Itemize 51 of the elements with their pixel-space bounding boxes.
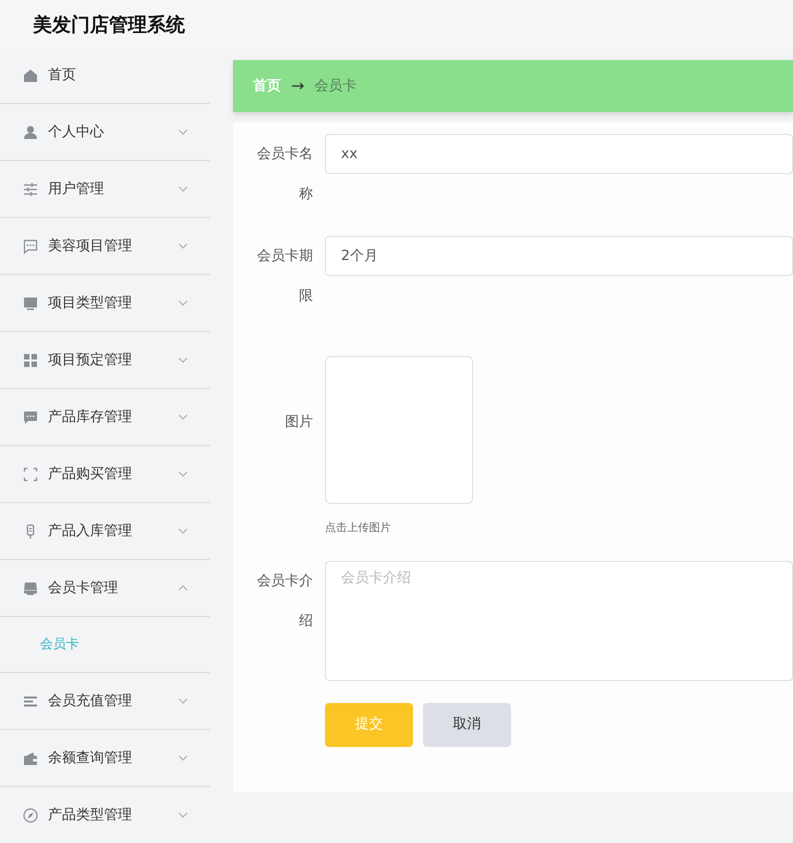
textarea-field[interactable]: 会员卡介绍: [325, 560, 793, 680]
sidebar-item[interactable]: 产品库存管理: [0, 389, 210, 446]
cancel-button[interactable]: 取消: [423, 702, 511, 746]
menu-label: 首页: [48, 66, 76, 84]
sidebar-item[interactable]: 项目预定管理: [0, 332, 210, 389]
menu-label: 余额查询管理: [48, 748, 132, 768]
menu-label: 会员充值管理: [48, 692, 132, 710]
monitor-icon: [23, 296, 38, 310]
upload-hint: 点击上传图片: [325, 520, 392, 536]
list-icon: [23, 694, 38, 708]
sidebar-item[interactable]: 个人中心: [0, 104, 210, 161]
text-field[interactable]: xx: [325, 134, 793, 174]
person-icon: [23, 124, 38, 140]
text-field[interactable]: 2个月: [325, 236, 793, 276]
sidebar-item[interactable]: 会员卡管理: [0, 560, 210, 617]
home-icon: [23, 68, 38, 82]
breadcrumb-separator: →: [291, 75, 304, 97]
upload-box[interactable]: [325, 356, 473, 504]
menu-label: 会员卡管理: [48, 578, 118, 598]
sidebar-item[interactable]: 用户管理: [0, 161, 210, 218]
chat-icon: [23, 238, 38, 254]
breadcrumb-current: 会员卡: [314, 76, 356, 96]
menu-label: 个人中心: [48, 122, 104, 142]
app-title: 美发门店管理系统: [33, 12, 185, 38]
compass-icon: [23, 808, 38, 822]
field-label: 会员卡期限: [257, 247, 313, 306]
wallet-icon: [23, 750, 38, 766]
card-icon: [23, 580, 38, 596]
chat-icon: [23, 410, 38, 424]
field-label: 图片: [284, 413, 313, 432]
menu-label: 产品购买管理: [48, 464, 132, 484]
sidebar-item[interactable]: 余额查询管理: [0, 730, 210, 787]
field-label: 会员卡名称: [257, 145, 313, 204]
sidebar-item[interactable]: 项目类型管理: [0, 275, 210, 332]
menu-label: 美容项目管理: [48, 236, 132, 256]
menu-label: 产品类型管理: [48, 806, 132, 824]
menu-label: 用户管理: [48, 180, 104, 198]
sidebar-item[interactable]: 会员充值管理: [0, 673, 210, 730]
grid-icon: [23, 352, 38, 368]
field-label: 会员卡介绍: [257, 572, 313, 630]
menu-label: 项目类型管理: [48, 294, 132, 312]
sidebar-item[interactable]: 美容项目管理: [0, 218, 210, 275]
sidebar-item[interactable]: 首页: [0, 47, 210, 104]
sliders-icon: [23, 182, 38, 196]
sidebar-item[interactable]: 产品购买管理: [0, 446, 210, 503]
sidebar-item[interactable]: 产品类型管理: [0, 787, 210, 843]
menu-label: 产品库存管理: [48, 408, 132, 426]
frame-icon: [23, 466, 38, 482]
menu-label: 项目预定管理: [48, 350, 132, 370]
sidebar-item[interactable]: 产品入库管理: [0, 503, 210, 560]
menu-label: 产品入库管理: [48, 522, 132, 540]
